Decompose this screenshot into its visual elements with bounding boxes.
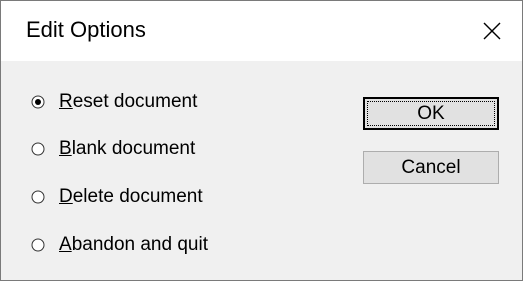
dialog-title: Edit Options	[26, 17, 146, 42]
radio-unchecked-icon	[31, 142, 45, 156]
ok-button-label: OK	[417, 103, 445, 124]
option-label-abandon: Abandon and quit	[59, 234, 208, 255]
edit-options-dialog: Edit Options Reset document Blank docume…	[0, 0, 523, 281]
cancel-button-label: Cancel	[401, 157, 461, 178]
radio-button-reset[interactable]	[31, 95, 45, 109]
radio-option-abandon-and-quit[interactable]: Abandon and quit	[31, 230, 208, 260]
option-label-reset: Reset document	[59, 91, 198, 112]
close-icon	[483, 22, 501, 40]
radio-button-delete[interactable]	[31, 190, 45, 204]
radio-unchecked-icon	[31, 238, 45, 252]
title-bar: Edit Options	[1, 1, 522, 61]
radio-option-blank-document[interactable]: Blank document	[31, 134, 195, 164]
cancel-button[interactable]: Cancel	[363, 151, 499, 184]
radio-checked-icon	[31, 95, 45, 109]
ok-button[interactable]: OK	[363, 97, 499, 130]
option-label-delete: Delete document	[59, 186, 203, 207]
radio-unchecked-icon	[31, 190, 45, 204]
close-button[interactable]	[462, 1, 522, 61]
radio-option-reset-document[interactable]: Reset document	[31, 87, 197, 117]
radio-button-blank[interactable]	[31, 142, 45, 156]
radio-button-abandon[interactable]	[31, 238, 45, 252]
radio-option-delete-document[interactable]: Delete document	[31, 182, 203, 212]
option-label-blank: Blank document	[59, 138, 196, 159]
